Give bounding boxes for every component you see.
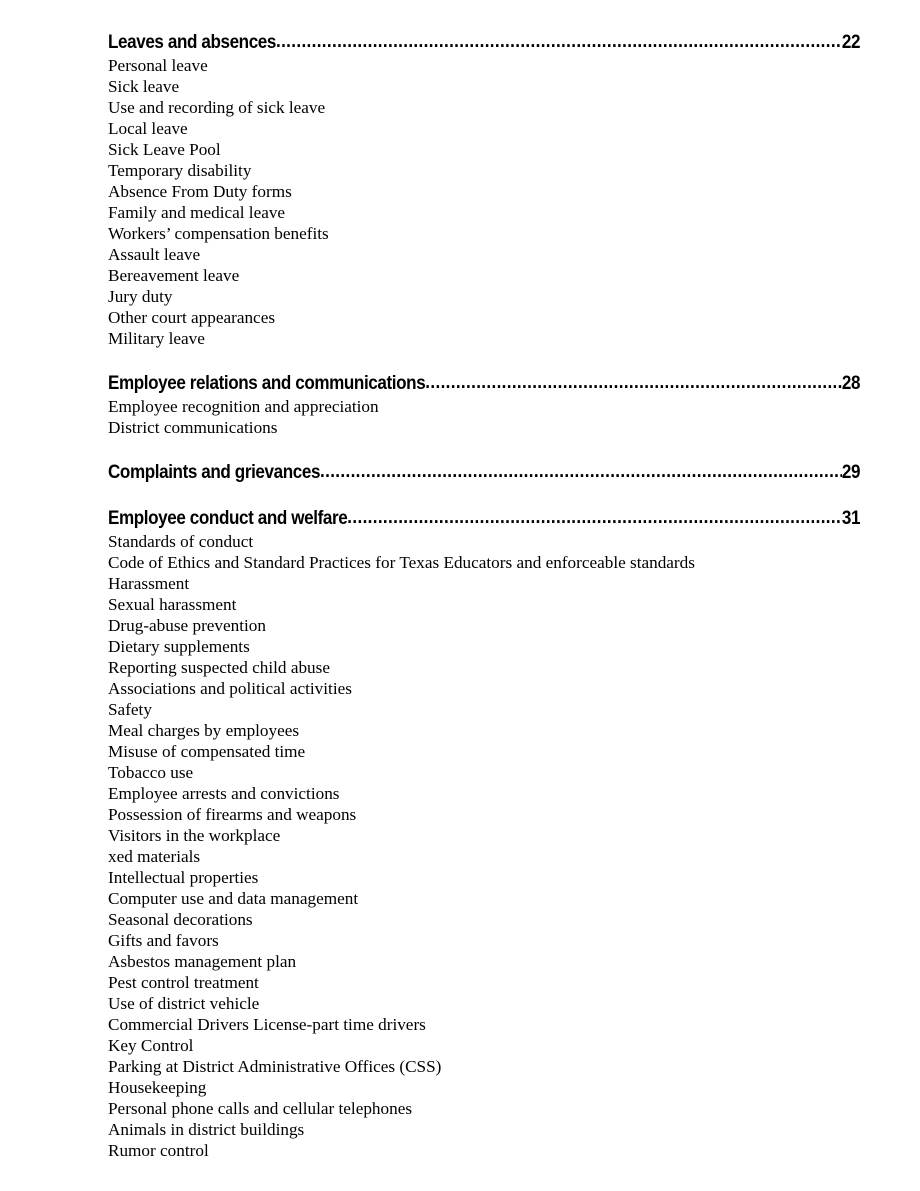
toc-entry[interactable]: Sexual harassment: [108, 594, 860, 615]
toc-entry[interactable]: District communications: [108, 417, 860, 438]
toc-section: Employee relations and communications...…: [108, 371, 860, 438]
toc-entry[interactable]: xed materials: [108, 846, 860, 867]
toc-entry[interactable]: Seasonal decorations: [108, 909, 860, 930]
toc-entry[interactable]: Temporary disability: [108, 160, 860, 181]
toc-entry[interactable]: Local leave: [108, 118, 860, 139]
toc-entry[interactable]: Gifts and favors: [108, 930, 860, 951]
toc-entry[interactable]: Dietary supplements: [108, 636, 860, 657]
toc-entry[interactable]: Sick leave: [108, 76, 860, 97]
toc-entry[interactable]: Absence From Duty forms: [108, 181, 860, 202]
dot-leader: ........................................…: [275, 30, 842, 52]
toc-entry[interactable]: Personal phone calls and cellular teleph…: [108, 1098, 860, 1119]
toc-entry[interactable]: Associations and political activities: [108, 678, 860, 699]
toc-entry[interactable]: Jury duty: [108, 286, 860, 307]
toc-entry[interactable]: Use and recording of sick leave: [108, 97, 860, 118]
toc-section-title: Complaints and grievances: [108, 461, 321, 483]
toc-entry[interactable]: Computer use and data management: [108, 888, 860, 909]
toc-entry[interactable]: Drug-abuse prevention: [108, 615, 860, 636]
toc-section-title: Employee relations and communications: [108, 372, 426, 394]
toc-entry[interactable]: Intellectual properties: [108, 867, 860, 888]
toc-section-heading[interactable]: Complaints and grievances...............…: [108, 460, 860, 484]
toc-entry[interactable]: Possession of firearms and weapons: [108, 804, 860, 825]
document-page: Leaves and absences.....................…: [0, 0, 920, 1191]
toc-section-heading[interactable]: Employee conduct and welfare............…: [108, 506, 860, 530]
toc-entry[interactable]: Bereavement leave: [108, 265, 860, 286]
toc-entry[interactable]: Employee arrests and convictions: [108, 783, 860, 804]
toc-entry[interactable]: Rumor control: [108, 1140, 860, 1161]
toc-entry[interactable]: Code of Ethics and Standard Practices fo…: [108, 552, 860, 573]
toc-page-number: 22: [841, 31, 861, 53]
toc-section-heading[interactable]: Leaves and absences.....................…: [108, 30, 860, 54]
toc-entry[interactable]: Safety: [108, 699, 860, 720]
toc-entry[interactable]: Misuse of compensated time: [108, 741, 860, 762]
toc-section: Complaints and grievances...............…: [108, 460, 860, 484]
toc-entry[interactable]: Military leave: [108, 328, 860, 349]
toc-entry[interactable]: Other court appearances: [108, 307, 860, 328]
toc-entry[interactable]: Pest control treatment: [108, 972, 860, 993]
toc-page-number: 29: [841, 461, 861, 483]
toc-entry[interactable]: Parking at District Administrative Offic…: [108, 1056, 860, 1077]
toc-section-title: Employee conduct and welfare: [108, 507, 348, 529]
toc-page-number: 31: [841, 507, 861, 529]
toc-entry[interactable]: Meal charges by employees: [108, 720, 860, 741]
toc-entry[interactable]: Visitors in the workplace: [108, 825, 860, 846]
toc-entry[interactable]: Commercial Drivers License-part time dri…: [108, 1014, 860, 1035]
toc-section-heading[interactable]: Employee relations and communications...…: [108, 371, 860, 395]
toc-entry[interactable]: Family and medical leave: [108, 202, 860, 223]
table-of-contents: Leaves and absences.....................…: [108, 30, 860, 1161]
toc-entry[interactable]: Housekeeping: [108, 1077, 860, 1098]
toc-entry[interactable]: Use of district vehicle: [108, 993, 860, 1014]
toc-entry[interactable]: Asbestos management plan: [108, 951, 860, 972]
dot-leader: ........................................…: [425, 371, 842, 393]
toc-entry[interactable]: Reporting suspected child abuse: [108, 657, 860, 678]
toc-entry[interactable]: Key Control: [108, 1035, 860, 1056]
dot-leader: ........................................…: [320, 460, 842, 482]
toc-page-number: 28: [841, 372, 861, 394]
dot-leader: ........................................…: [347, 506, 842, 528]
toc-entry[interactable]: Workers’ compensation benefits: [108, 223, 860, 244]
toc-entry[interactable]: Animals in district buildings: [108, 1119, 860, 1140]
toc-entry[interactable]: Sick Leave Pool: [108, 139, 860, 160]
toc-entry[interactable]: Harassment: [108, 573, 860, 594]
toc-section-title: Leaves and absences: [108, 31, 276, 53]
toc-entry[interactable]: Personal leave: [108, 55, 860, 76]
toc-entry[interactable]: Tobacco use: [108, 762, 860, 783]
toc-entry[interactable]: Assault leave: [108, 244, 860, 265]
toc-entry[interactable]: Employee recognition and appreciation: [108, 396, 860, 417]
toc-section: Employee conduct and welfare............…: [108, 506, 860, 1161]
toc-entry[interactable]: Standards of conduct: [108, 531, 860, 552]
toc-section: Leaves and absences.....................…: [108, 30, 860, 349]
